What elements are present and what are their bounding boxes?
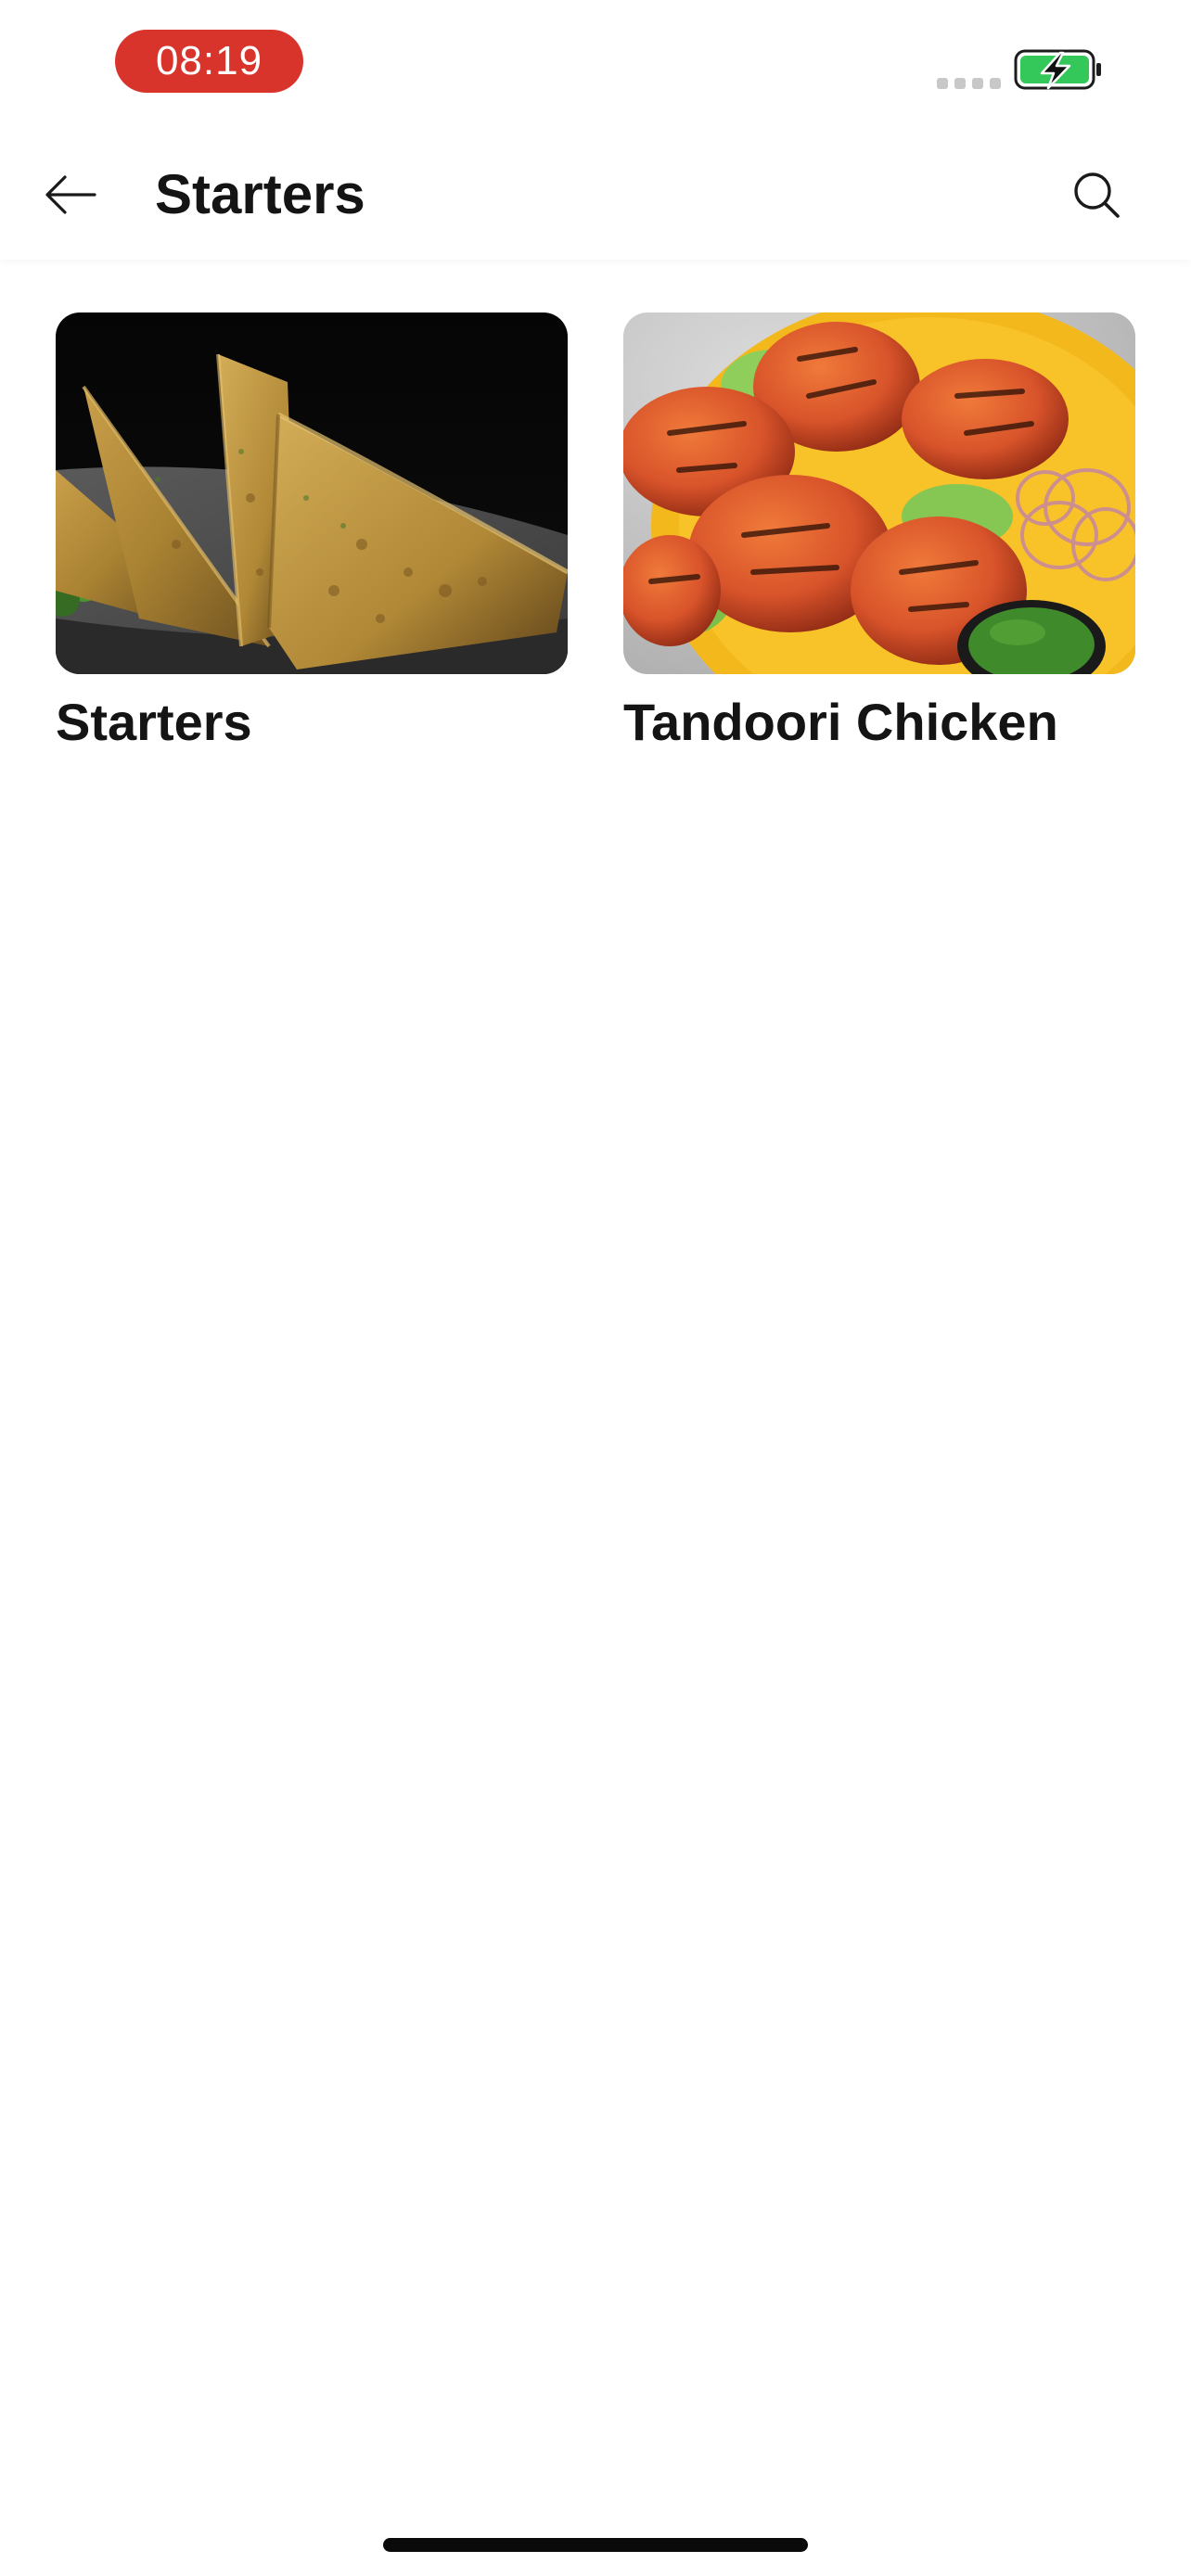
category-label: Starters xyxy=(56,693,252,751)
category-card-starters[interactable]: Starters xyxy=(56,312,568,759)
home-indicator[interactable] xyxy=(383,2538,808,2552)
battery-charging-icon xyxy=(1014,48,1103,91)
category-label: Tandoori Chicken xyxy=(623,693,1058,751)
nav-header: Starters xyxy=(0,130,1191,260)
category-card-tandoori-chicken[interactable]: Tandoori Chicken xyxy=(623,312,1135,759)
samosa-image xyxy=(56,312,568,674)
search-icon xyxy=(1074,172,1120,218)
back-button[interactable] xyxy=(32,158,109,232)
page-title: Starters xyxy=(155,163,365,225)
category-grid: Starters Tandoori Chicken xyxy=(56,312,1135,759)
status-time: 08:19 xyxy=(115,30,303,93)
signal-dots-icon xyxy=(937,78,1002,89)
tandoori-chicken-image xyxy=(623,312,1135,674)
arrow-left-icon xyxy=(45,175,96,214)
search-button[interactable] xyxy=(1057,158,1135,232)
status-bar: 08:19 xyxy=(0,0,1191,130)
